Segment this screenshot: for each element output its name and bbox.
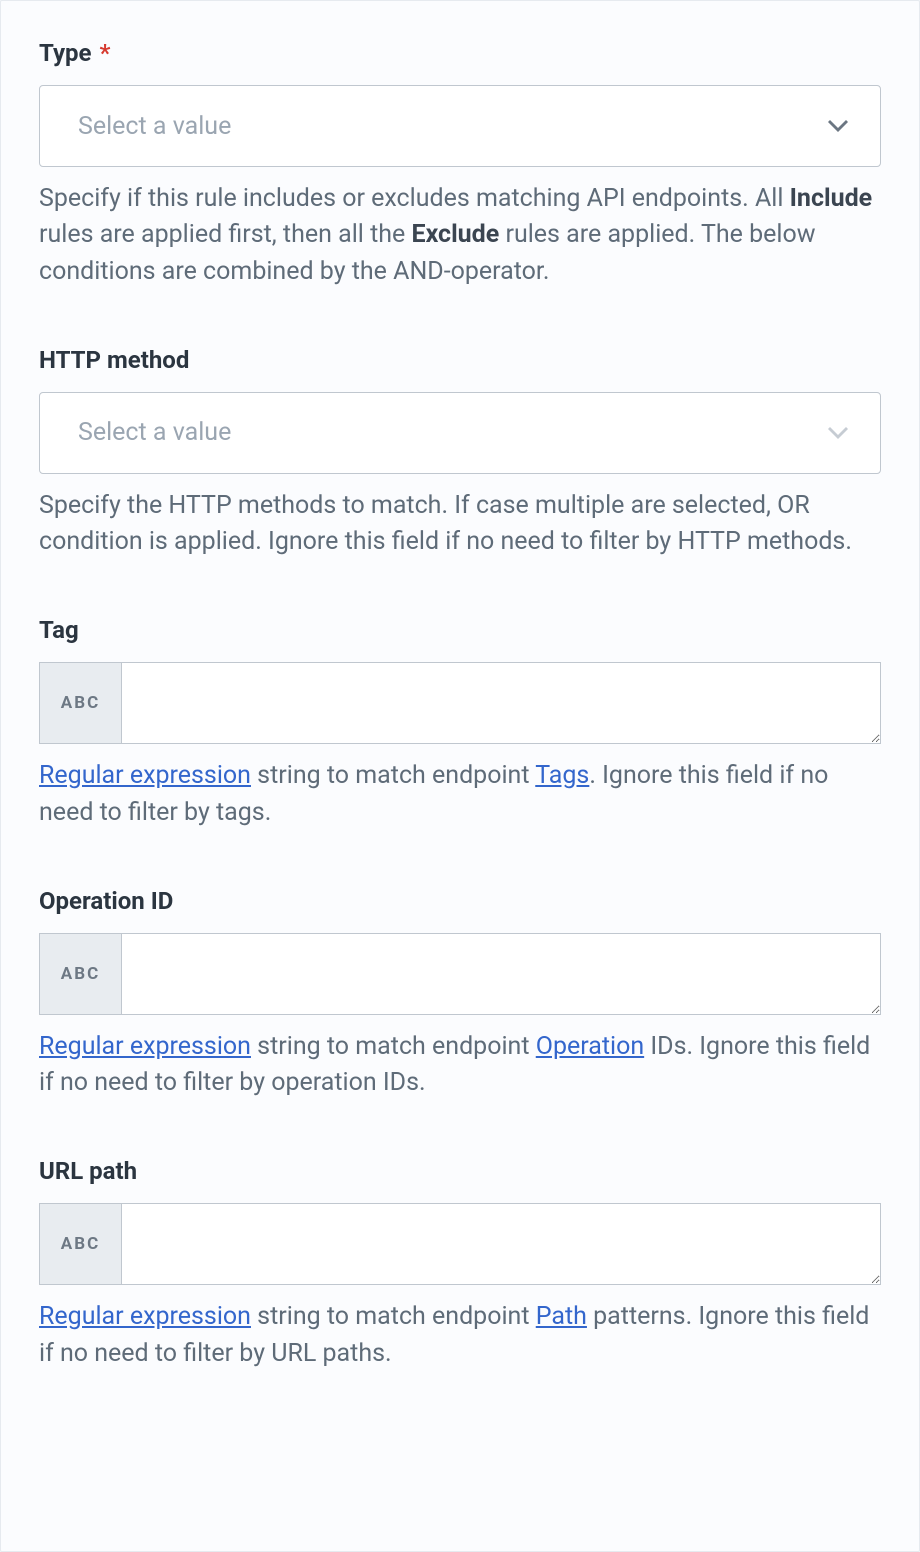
- method-label: HTTP method: [39, 346, 881, 374]
- path-help: Regular expression string to match endpo…: [39, 1299, 881, 1372]
- chevron-down-icon: [828, 427, 848, 439]
- tag-help: Regular expression string to match endpo…: [39, 758, 881, 831]
- text-prefix-icon: ABC: [40, 663, 122, 743]
- field-tag: Tag ABC Regular expression string to mat…: [39, 616, 881, 831]
- form-card: Type * Select a value Specify if this ru…: [0, 0, 920, 1552]
- tag-input[interactable]: [122, 663, 880, 743]
- chevron-down-icon: [828, 120, 848, 132]
- method-select-placeholder: Select a value: [78, 418, 231, 447]
- type-help: Specify if this rule includes or exclude…: [39, 181, 881, 290]
- regex-link[interactable]: Regular expression: [39, 761, 251, 790]
- field-url-path: URL path ABC Regular expression string t…: [39, 1157, 881, 1372]
- path-label: URL path: [39, 1157, 881, 1185]
- path-link[interactable]: Path: [536, 1302, 587, 1331]
- type-label-text: Type: [39, 39, 92, 67]
- required-indicator: *: [99, 39, 110, 67]
- method-select[interactable]: Select a value: [39, 392, 881, 474]
- regex-link[interactable]: Regular expression: [39, 1032, 251, 1061]
- regex-link[interactable]: Regular expression: [39, 1302, 251, 1331]
- field-operation-id: Operation ID ABC Regular expression stri…: [39, 887, 881, 1102]
- type-select[interactable]: Select a value: [39, 85, 881, 167]
- text-prefix-icon: ABC: [40, 1204, 122, 1284]
- type-label: Type *: [39, 39, 881, 67]
- method-help: Specify the HTTP methods to match. If ca…: [39, 488, 881, 561]
- operation-label: Operation ID: [39, 887, 881, 915]
- tag-label: Tag: [39, 616, 881, 644]
- tags-link[interactable]: Tags: [535, 761, 589, 790]
- path-input-group: ABC: [39, 1203, 881, 1285]
- type-select-placeholder: Select a value: [78, 112, 231, 141]
- field-http-method: HTTP method Select a value Specify the H…: [39, 346, 881, 561]
- operation-input[interactable]: [122, 934, 880, 1014]
- field-type: Type * Select a value Specify if this ru…: [39, 39, 881, 290]
- path-input[interactable]: [122, 1204, 880, 1284]
- operation-help: Regular expression string to match endpo…: [39, 1029, 881, 1102]
- operation-input-group: ABC: [39, 933, 881, 1015]
- operation-link[interactable]: Operation: [536, 1032, 644, 1061]
- tag-input-group: ABC: [39, 662, 881, 744]
- text-prefix-icon: ABC: [40, 934, 122, 1014]
